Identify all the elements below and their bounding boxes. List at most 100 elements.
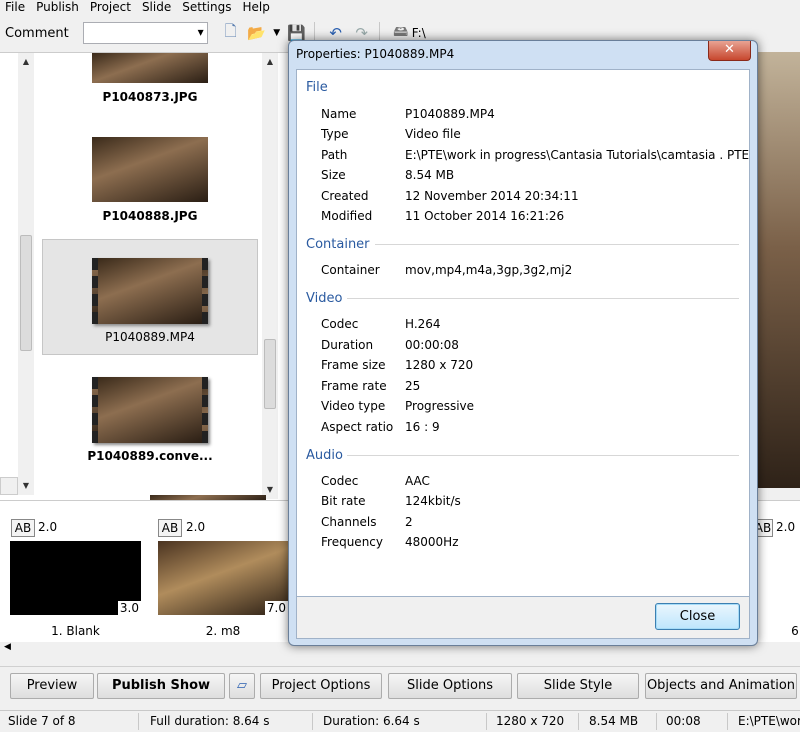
property-row: Frame size 1280 x 720 [321,358,474,372]
scroll-down-icon[interactable]: ▼ [262,485,278,494]
slide-style-button[interactable]: Slide Style [517,673,639,699]
transition-duration: 2.0 [38,520,58,534]
slide-label: 1. Blank [51,624,100,638]
status-full-duration: Full duration: 8.64 s [150,714,270,728]
preview-button[interactable]: Preview [10,673,94,699]
files-scrollbar[interactable]: ▲ ▼ [262,53,278,499]
scroll-up-icon[interactable]: ▲ [18,57,34,66]
slide-options-button[interactable]: Slide Options [388,673,512,699]
project-options-button[interactable]: Project Options [260,673,382,699]
section-divider [375,244,739,245]
property-row: Channels 2 [321,515,413,529]
section-container-heading: Container [306,237,370,252]
folder-scrollbar[interactable]: ▲ ▼ [18,53,34,495]
section-divider [347,455,739,456]
property-row: Path E:\PTE\work in progress\Cantasia Tut… [321,148,750,162]
new-file-icon[interactable]: 🗋 [220,22,242,44]
status-duration: Duration: 6.64 s [323,714,420,728]
ab-button[interactable]: AB [11,519,35,537]
file-name: P1040888.JPG [102,209,198,223]
property-row: Duration 00:00:08 [321,338,459,352]
menu-help[interactable]: Help [237,0,275,14]
property-row: Aspect ratio 16 : 9 [321,420,440,434]
status-separator [656,713,657,730]
file-item-selected[interactable]: P1040889.MP4 [42,239,258,355]
section-file-heading: File [306,80,328,95]
file-thumbnail [92,53,208,83]
transition-duration: 2.0 [776,520,796,534]
file-name: P1040889.conve... [87,449,213,463]
status-separator [312,713,313,730]
close-icon[interactable]: ✕ [708,41,751,61]
slide-duration: 3.0 [117,601,141,615]
property-row: Container mov,mp4,m4a,3gp,3g2,mj2 [321,263,573,277]
corner-box [0,477,18,495]
status-separator [727,713,728,730]
file-thumbnail [92,137,208,202]
status-bar: Slide 7 of 8 Full duration: 8.64 s Durat… [0,710,800,732]
objects-animation-button[interactable]: Objects and Animation [645,673,797,699]
folder-icon: ▱ [237,678,247,693]
status-separator [578,713,579,730]
close-button[interactable]: Close [655,603,740,630]
comment-combo[interactable] [82,22,208,44]
file-name: P1040889.MP4 [105,330,195,344]
transition-duration: 2.0 [186,520,206,534]
file-browser: ▲ ▼ ▲ ▼ P1040873.JPG P1040888.JPG P10408… [0,52,290,501]
menu-project[interactable]: Project [85,0,137,14]
folder-button[interactable]: ▱ [229,673,255,699]
file-item[interactable]: P1040889.conve... [42,377,258,469]
drive-label: F:\ [411,26,426,40]
dialog-footer: Close [296,597,750,639]
property-row: Video type Progressive [321,399,475,413]
property-row: Codec AAC [321,474,430,488]
slide-label: 6 [791,624,799,638]
scroll-up-icon[interactable]: ▲ [262,57,278,66]
status-separator [486,713,487,730]
property-row: Name P1040889.MP4 [321,107,495,121]
menu-publish[interactable]: Publish [31,0,85,14]
section-video-heading: Video [306,291,343,306]
property-row: Codec H.264 [321,317,441,331]
property-row: Frequency 48000Hz [321,535,459,549]
menu-bar: File Publish Project Slide Settings Help [0,0,800,14]
section-divider [347,298,739,299]
status-time: 00:08 [666,714,701,728]
property-row: Modified 11 October 2014 16:21:26 [321,209,565,223]
menu-file[interactable]: File [0,0,31,14]
video-thumbnail [92,377,208,443]
dialog-title: Properties: P1040889.MP4 [296,47,455,61]
property-row: Created 12 November 2014 20:34:11 [321,189,579,203]
scrollbar-thumb[interactable] [264,339,276,409]
dialog-body: File Name P1040889.MP4 Type Video file Pat… [296,69,750,597]
property-row: Bit rate 124kbit/s [321,494,461,508]
status-slide: Slide 7 of 8 [8,714,76,728]
publish-show-button[interactable]: Publish Show [97,673,225,699]
ab-button[interactable]: AB [158,519,182,537]
property-row: Type Video file [321,127,461,141]
video-thumbnail [92,258,208,324]
scroll-down-icon[interactable]: ▼ [18,481,34,490]
open-folder-icon[interactable]: 📂 [246,22,268,44]
file-item[interactable]: P1040888.JPG [42,137,258,229]
status-path: E:\PTE\wor [738,714,800,728]
slide-label: 2. m8 [205,624,241,638]
button-bar: Preview Publish Show ▱ Project Options S… [0,666,800,706]
file-name: P1040873.JPG [102,90,198,104]
slide-duration: 7.0 [264,601,288,615]
properties-dialog: Properties: P1040889.MP4 ✕ File Name P104… [288,40,758,646]
scrollbar-thumb[interactable] [20,235,32,351]
status-resolution: 1280 x 720 [496,714,565,728]
scroll-left-icon[interactable]: ◀ [4,642,11,652]
slide-thumbnail[interactable]: 7.0 [158,541,288,615]
slide-thumbnail[interactable]: 3.0 [10,541,141,615]
section-audio-heading: Audio [306,448,343,463]
menu-settings[interactable]: Settings [177,0,237,14]
status-size: 8.54 MB [589,714,639,728]
comment-label: Comment [5,25,69,41]
menu-slide[interactable]: Slide [137,0,177,14]
status-separator [138,713,139,730]
file-item[interactable]: P1040873.JPG [42,53,258,113]
property-row: Size 8.54 MB [321,168,455,182]
dropdown-arrow-icon[interactable]: ▼ [272,22,282,44]
